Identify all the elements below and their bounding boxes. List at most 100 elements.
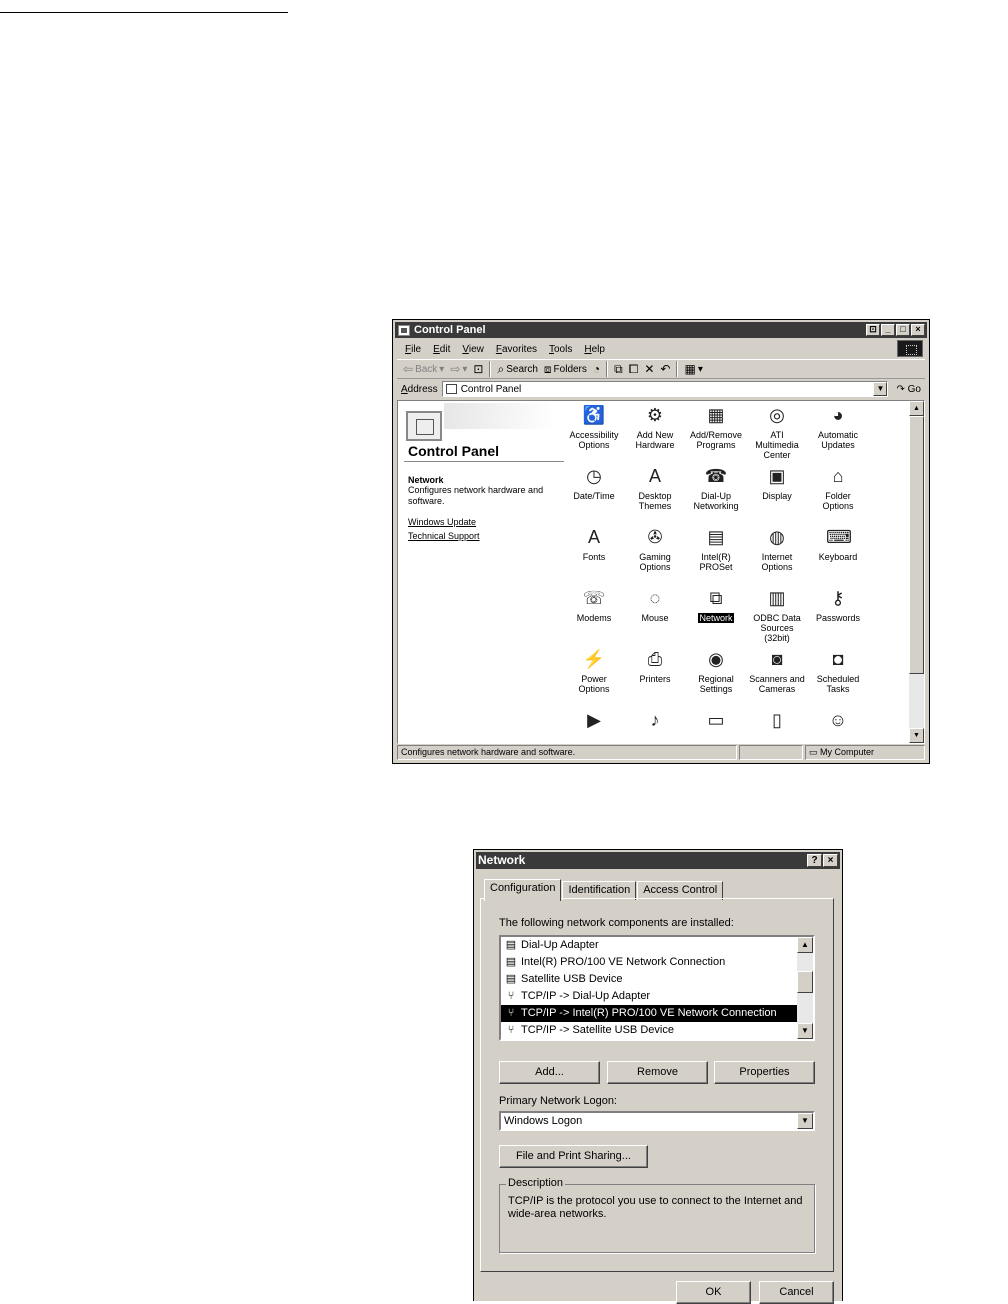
updates-icon: ◕ [832,405,844,425]
cp-item-date-time[interactable]: ◷ Date/Time [564,464,624,501]
primary-logon-select[interactable]: Windows Logon ▼ [499,1111,815,1131]
back-button[interactable]: ⇦ Back ▾ [403,363,444,375]
list-scrollbar[interactable]: ▲ ▼ [797,937,813,1039]
cp-item-fonts[interactable]: A Fonts [564,525,624,562]
menu-tools[interactable]: Tools [549,344,572,355]
menu-file[interactable]: File [405,344,421,355]
menu-edit[interactable]: Edit [433,344,450,355]
search-button[interactable]: ⌕ Search [497,363,537,375]
system-icon: ▭ [707,710,725,730]
tab-configuration[interactable]: Configuration [484,879,562,901]
up-folder-button[interactable]: ⊡ [473,363,483,375]
copy-to-button[interactable]: ⧠ [629,363,639,375]
add-button[interactable]: Add... [499,1061,600,1084]
cp-item-desktop-themes[interactable]: A Desktop Themes [625,464,685,511]
close-button[interactable]: × [911,324,925,336]
list-item[interactable]: ▤ Dial-Up Adapter [501,937,797,954]
cp-item-keyboard[interactable]: ⌨ Keyboard [808,525,868,562]
cp-item-automatic-updates[interactable]: ◕ Automatic Updates [808,403,868,450]
computer-icon: ▭ [809,747,818,757]
list-item[interactable]: ⑂ TCP/IP -> Dial-Up Adapter [501,988,797,1005]
scroll-down-arrow-icon[interactable]: ▼ [909,728,924,743]
dialog-title: Network [478,853,526,867]
help-button[interactable]: ? [807,854,822,867]
cp-item-partial-27[interactable]: ▭ [686,708,746,743]
status-text: Configures network hardware and software… [397,745,737,760]
vertical-scrollbar[interactable]: ▲ ▼ [909,401,924,743]
description-text: TCP/IP is the protocol you use to connec… [508,1195,803,1220]
cp-item-modems[interactable]: ☏ Modems [564,586,624,623]
menu-view[interactable]: View [462,344,484,355]
cp-item-gaming-options[interactable]: ✇ Gaming Options [625,525,685,572]
globe-icon: ◉ [708,649,724,669]
cp-item-internet-options[interactable]: ◍ Internet Options [747,525,807,572]
menu-favorites[interactable]: Favorites [496,344,537,355]
cp-item-partial-25[interactable]: ▶ [564,708,624,743]
maximize-button[interactable]: □ [896,324,910,336]
scroll-thumb[interactable] [909,416,924,674]
globe-icon: ◍ [769,527,785,547]
windows-update-link[interactable]: Windows Update [408,517,476,527]
close-button[interactable]: × [823,854,838,867]
chevron-down-icon[interactable]: ▼ [797,1113,813,1129]
list-item[interactable]: ▤ Intel(R) PRO/100 VE Network Connection [501,954,797,971]
cp-item-network[interactable]: ⧉ Network [686,586,746,624]
cp-item-ati-multimedia-center[interactable]: ◎ ATI Multimedia Center [747,403,807,460]
scroll-up-arrow-icon[interactable]: ▲ [797,937,813,953]
cp-item-accessibility-options[interactable]: ♿ Accessibility Options [564,403,624,450]
folders-button[interactable]: ⧈ Folders [544,363,587,375]
cp-item-folder-options[interactable]: ⌂ Folder Options [808,464,868,511]
move-to-icon: ⧉ [614,362,623,376]
cp-item-label: Desktop Themes [638,491,672,511]
menu-help[interactable]: Help [584,344,605,355]
tasks-icon: ◘ [832,649,844,669]
cp-item-add-new-hardware[interactable]: ⚙ Add New Hardware [625,403,685,450]
go-button[interactable]: ↷ Go [892,384,925,395]
list-item[interactable]: ⑂ TCP/IP -> Satellite USB Device [501,1022,797,1039]
delete-button[interactable]: ✕ [644,363,654,375]
cp-item-display[interactable]: ▣ Display [747,464,807,501]
cp-item-intel-r-proset[interactable]: ▤ Intel(R) PROSet [686,525,746,572]
cp-item-dial-up-networking[interactable]: ☎ Dial-Up Networking [686,464,746,511]
move-to-button[interactable]: ⧉ [614,363,623,375]
cp-item-printers[interactable]: ⎙ Printers [625,647,685,684]
cp-item-label: Dial-Up Networking [693,491,739,511]
minimize-button[interactable]: _ [881,324,895,336]
history-button[interactable]: ◔ [593,363,600,375]
cp-item-label: Regional Settings [698,674,734,694]
views-button[interactable]: ▦ ▾ [684,363,702,375]
cp-item-power-options[interactable]: ⚡ Power Options [564,647,624,694]
file-print-sharing-button[interactable]: File and Print Sharing... [499,1145,648,1168]
address-value: Control Panel [460,383,522,395]
cp-item-add-remove-programs[interactable]: ▦ Add/Remove Programs [686,403,746,450]
toolbar-separator [489,361,492,377]
cp-item-mouse[interactable]: ◌ Mouse [625,586,685,623]
primary-logon-label: Primary Network Logon: [499,1095,617,1107]
scroll-thumb[interactable] [797,971,813,993]
restore-icon[interactable]: ⊡ [866,324,880,336]
control-panel-titlebar[interactable]: Control Panel ⊡ _ □ × [395,322,927,338]
remove-button[interactable]: Remove [607,1061,708,1084]
list-item-label: Dial-Up Adapter [521,939,599,951]
address-input[interactable]: Control Panel ▼ [441,381,889,397]
cp-item-scanners-and-cameras[interactable]: ◙ Scanners and Cameras [747,647,807,694]
forward-button[interactable]: ⇨ ▾ [450,363,467,375]
scroll-down-arrow-icon[interactable]: ▼ [797,1023,813,1039]
scroll-up-arrow-icon[interactable]: ▲ [909,401,924,416]
cp-item-partial-29[interactable]: ☺ [808,708,868,743]
tab-strip: Configuration Identification Access Cont… [484,878,724,901]
chevron-down-icon[interactable]: ▼ [873,382,888,396]
technical-support-link[interactable]: Technical Support [408,531,480,541]
cp-item-scheduled-tasks[interactable]: ◘ Scheduled Tasks [808,647,868,694]
list-item[interactable]: ▤ Satellite USB Device [501,971,797,988]
properties-button[interactable]: Properties [714,1061,815,1084]
cp-item-passwords[interactable]: ⚷ Passwords [808,586,868,623]
network-titlebar[interactable]: Network ? × [476,852,840,869]
cp-item-odbc-data-sources-32bit[interactable]: ▥ ODBC Data Sources (32bit) [747,586,807,643]
cp-item-partial-26[interactable]: ♪ [625,708,685,743]
cp-item-partial-28[interactable]: ▯ [747,708,807,743]
components-list[interactable]: ▤ Dial-Up Adapter ▤ Intel(R) PRO/100 VE Net… [499,935,815,1041]
cp-item-regional-settings[interactable]: ◉ Regional Settings [686,647,746,694]
undo-button[interactable]: ↶ [660,363,670,375]
list-item[interactable]: ⑂ TCP/IP -> Intel(R) PRO/100 VE Network C… [501,1005,797,1022]
